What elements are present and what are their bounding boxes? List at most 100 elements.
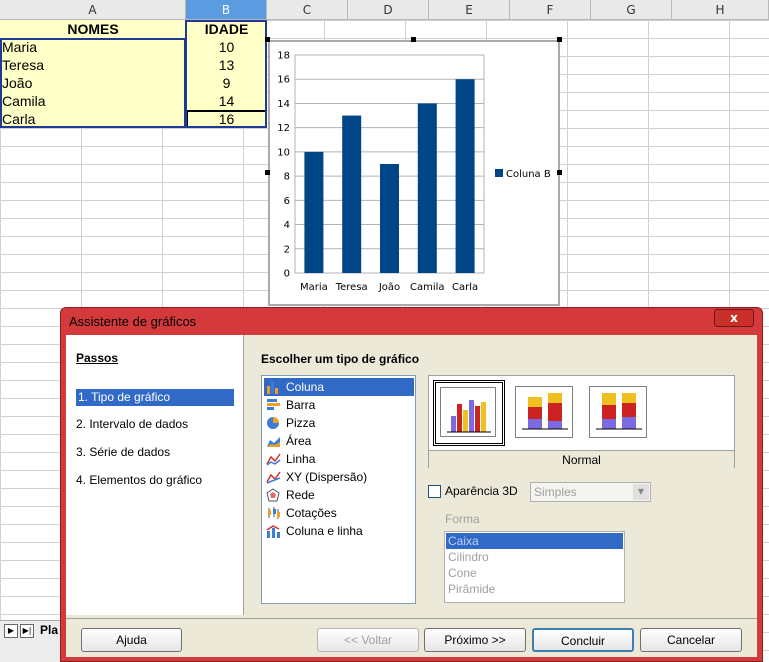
cell-name[interactable]: João [0, 74, 186, 92]
legend-label: Coluna B [506, 169, 551, 180]
chart-type-item[interactable]: Barra [264, 396, 414, 414]
step-item[interactable]: 3. Série de dados [76, 445, 170, 459]
y-tick-label: 12 [277, 123, 290, 134]
cancel-button[interactable]: Cancelar [640, 628, 742, 652]
chart-type-item[interactable]: Linha [264, 450, 414, 468]
back-button[interactable]: << Voltar [317, 628, 419, 652]
appearance-select[interactable]: Simples ▼ [530, 482, 651, 502]
dialog-title: Assistente de gráficos [69, 314, 197, 329]
cell-name[interactable]: Teresa [0, 56, 186, 74]
variant-label: Normal [429, 450, 734, 468]
variant-normal[interactable] [433, 380, 505, 446]
chart-type-item[interactable]: Cotações [264, 504, 414, 522]
col-header-H[interactable]: H [672, 0, 769, 20]
bar [342, 115, 362, 273]
cell-name[interactable]: Maria [0, 38, 186, 56]
column-chart-icon [266, 380, 281, 394]
close-button[interactable]: x [714, 309, 754, 327]
step-item[interactable]: 1. Tipo de gráfico [76, 389, 234, 406]
pie-chart-icon [266, 416, 281, 430]
resize-handle[interactable] [265, 170, 270, 175]
col-header-G[interactable]: G [591, 0, 672, 20]
x-tick-label: Teresa [335, 282, 368, 293]
bar [417, 103, 437, 273]
col-header-E[interactable]: E [429, 0, 510, 20]
cell-name[interactable]: Camila [0, 92, 186, 110]
y-tick-label: 16 [277, 75, 290, 86]
y-tick-label: 0 [284, 269, 290, 280]
y-tick-label: 8 [284, 172, 290, 183]
col-header-C[interactable]: C [267, 0, 348, 20]
chart-type-item[interactable]: Coluna e linha [264, 522, 414, 540]
steps-panel: Passos 1. Tipo de gráfico 2. Intervalo d… [66, 335, 244, 615]
chart-type-item[interactable]: Pizza [264, 414, 414, 432]
sheet-tab[interactable]: Pla [40, 623, 58, 637]
chart-object[interactable]: 0 2 4 6 8 10 12 14 16 18 Maria Teresa João Camila Carl… [268, 40, 560, 306]
shape-item[interactable]: Cone [448, 565, 477, 581]
shape-item[interactable]: Pirâmide [448, 581, 495, 597]
chart-type-list[interactable]: Coluna Barra Pizza Área Linha XY (Disper… [261, 375, 416, 604]
next-sheet-icon[interactable]: ▶ [4, 624, 18, 638]
sheet-nav-bar: ▶ ▶| Pla [0, 620, 60, 662]
resize-handle[interactable] [557, 170, 562, 175]
percent-stacked-column-icon[interactable] [589, 386, 647, 438]
y-tick-label: 2 [284, 244, 290, 255]
appearance-select-value: Simples [534, 485, 577, 499]
col-header-D[interactable]: D [348, 0, 429, 20]
bar [304, 151, 324, 273]
shape-label: Forma [445, 512, 480, 526]
shape-list[interactable]: Caixa Cilindro Cone Pirâmide [444, 531, 625, 603]
column-chart: 0 2 4 6 8 10 12 14 16 18 Maria Teresa João Camila Carl… [277, 51, 551, 294]
shape-item[interactable]: Caixa [446, 533, 623, 549]
bar [380, 164, 399, 273]
net-chart-icon [266, 488, 281, 502]
chart-type-item[interactable]: Coluna [264, 378, 414, 396]
normal-column-icon [440, 387, 496, 437]
next-button[interactable]: Próximo >> [424, 628, 526, 652]
stock-chart-icon [266, 506, 281, 520]
y-tick-label: 10 [277, 147, 290, 158]
cell-age[interactable]: 13 [186, 56, 267, 74]
bar [455, 79, 475, 273]
step-item[interactable]: 4. Elementos do gráfico [76, 473, 202, 487]
xy-scatter-icon [266, 470, 281, 484]
last-sheet-icon[interactable]: ▶| [20, 624, 34, 638]
cell-age[interactable]: 10 [186, 38, 267, 56]
chart-type-item[interactable]: Área [264, 432, 414, 450]
y-tick-label: 6 [284, 196, 290, 207]
resize-handle[interactable] [265, 37, 270, 42]
bar-chart-icon [266, 398, 281, 412]
x-tick-label: João [378, 282, 400, 293]
chevron-down-icon: ▼ [633, 484, 649, 500]
appearance-3d-checkbox[interactable] [428, 485, 441, 498]
chart-wizard-dialog: Assistente de gráficos x Passos 1. Tipo … [60, 307, 763, 662]
line-chart-icon [266, 452, 281, 466]
chart-type-heading: Escolher um tipo de gráfico [261, 352, 420, 366]
help-button[interactable]: Ajuda [81, 628, 182, 652]
steps-title: Passos [76, 351, 119, 365]
chart-type-item[interactable]: XY (Dispersão) [264, 468, 414, 486]
y-tick-label: 18 [277, 51, 290, 62]
resize-handle[interactable] [411, 37, 416, 42]
cell-header-idade[interactable]: IDADE [186, 20, 267, 38]
shape-item[interactable]: Cilindro [448, 549, 489, 565]
cell-header-nomes[interactable]: NOMES [0, 20, 186, 38]
step-item[interactable]: 2. Intervalo de dados [76, 417, 188, 431]
resize-handle[interactable] [557, 37, 562, 42]
column-line-icon [266, 524, 281, 538]
appearance-3d-label[interactable]: Aparência 3D [445, 484, 518, 498]
variant-panel: Normal [428, 375, 735, 468]
cell-age[interactable]: 14 [186, 92, 267, 110]
stacked-column-icon[interactable] [515, 386, 573, 438]
col-header-F[interactable]: F [510, 0, 591, 20]
finish-button[interactable]: Concluir [532, 628, 634, 652]
window: A B C D E F G H NOMES IDADE Maria 10 Ter… [0, 0, 769, 662]
cell-age[interactable]: 16 [186, 110, 267, 128]
chart-type-item[interactable]: Rede [264, 486, 414, 504]
dialog-button-bar: Ajuda << Voltar Próximo >> Concluir Canc… [66, 618, 757, 657]
col-header-A[interactable]: A [0, 0, 186, 20]
col-header-B[interactable]: B [186, 0, 267, 20]
cell-age[interactable]: 9 [186, 74, 267, 92]
cell-name[interactable]: Carla [0, 110, 186, 128]
close-icon: x [730, 311, 738, 325]
